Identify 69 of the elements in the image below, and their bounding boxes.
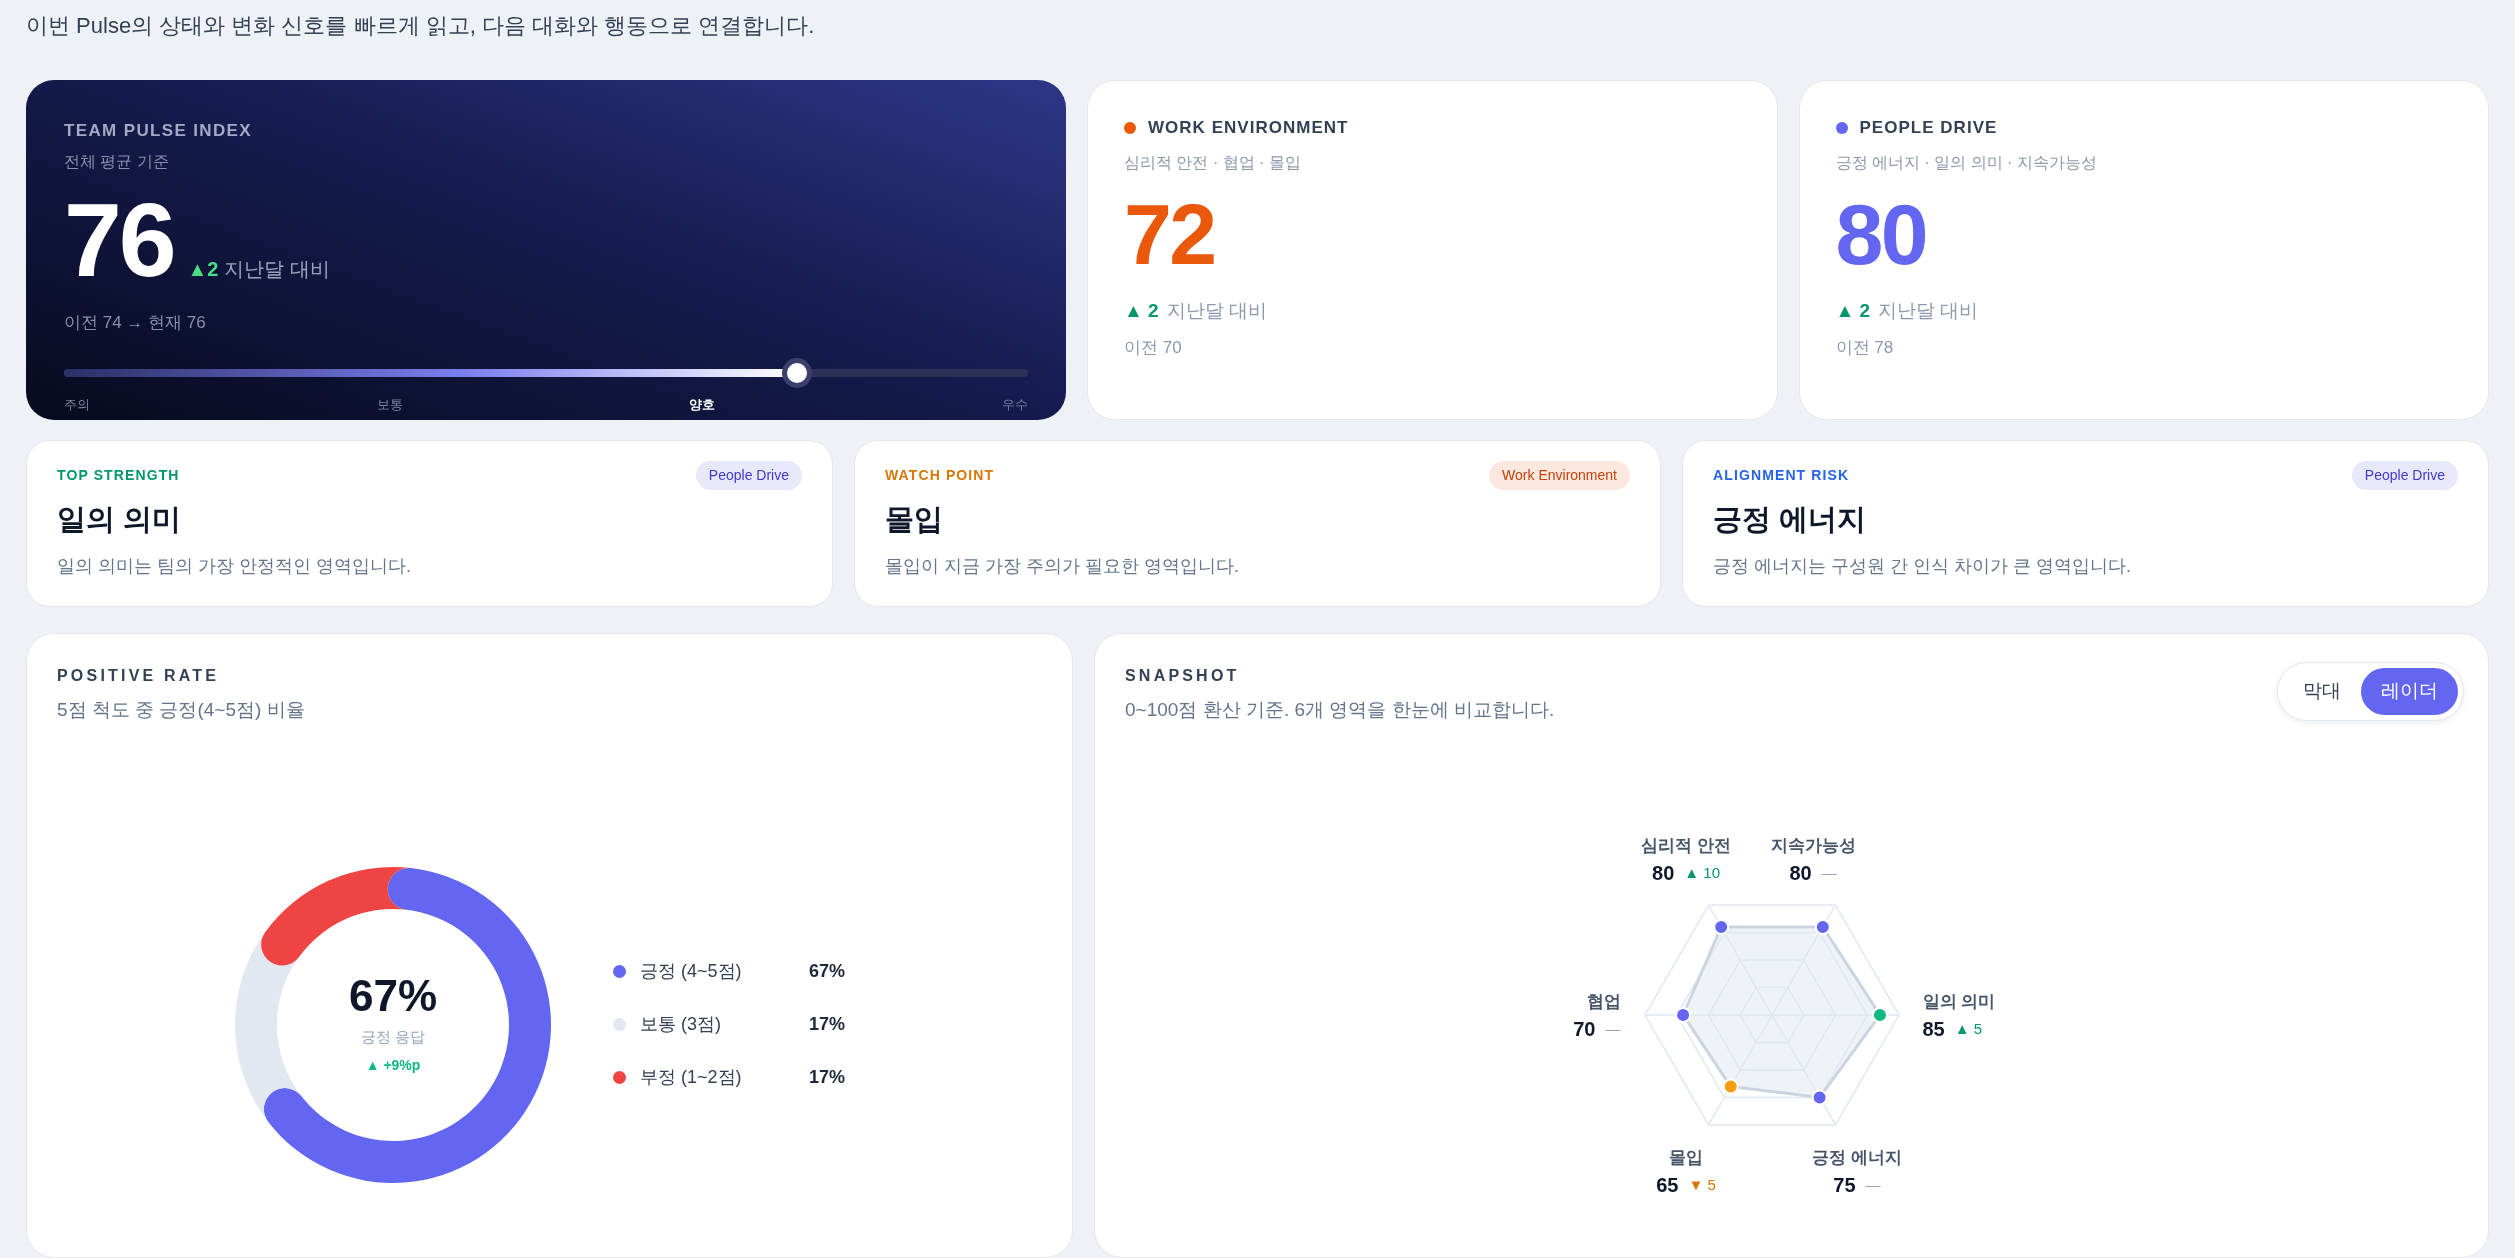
index-history: 이전 74 → 현재 76 [64, 311, 206, 334]
insight-description: 일의 의미는 팀의 가장 안정적인 영역입니다. [57, 555, 411, 579]
delta-label: 지난달 대비 [224, 256, 330, 282]
band-label: 우수 [1001, 396, 1028, 414]
intro-text: 이번 Pulse의 상태와 변화 신호를 빠르게 읽고, 다음 대화와 행동으로 연결합니다. [26, 12, 815, 40]
category-tag: Work Environment [1489, 460, 1630, 490]
legend-value: 17% [808, 1066, 845, 1090]
insight-title: 일의 의미 [57, 501, 182, 537]
axis-value: 85 [1922, 1017, 1945, 1043]
axis-value: 75 [1833, 1173, 1856, 1199]
card-title: SNAPSHOT [1125, 666, 1240, 687]
axis-delta: ▼ 5 [1688, 1175, 1716, 1196]
axis-value: 70 [1573, 1017, 1596, 1043]
card-title: POSITIVE RATE [57, 666, 220, 687]
axis-delta: ▲ 10 [1684, 863, 1720, 884]
axis-delta: — [1605, 1019, 1621, 1040]
legend-value: 67% [808, 960, 845, 984]
card-subtitle: 0~100점 환산 기준. 6개 영역을 한눈에 비교합니다. [1125, 698, 1555, 723]
axis-delta: — [1821, 863, 1837, 884]
index-value: 76 [64, 187, 174, 292]
insight-description: 몰입이 지금 가장 주의가 필요한 영역입니다. [885, 555, 1239, 579]
card-title: PEOPLE DRIVE [1859, 117, 1998, 139]
card-subtitle: 심리적 안전 · 협업 · 몰입 [1124, 152, 1301, 173]
axis-value: 80 [1652, 861, 1675, 887]
axis-value: 65 [1656, 1173, 1679, 1199]
axis-delta: ▲ 5 [1954, 1019, 1983, 1040]
axis-delta: — [1865, 1175, 1881, 1196]
band-label: 보통 [376, 396, 403, 414]
delta-value: ▲2 [187, 256, 219, 282]
previous-value: 이전 78 [1835, 337, 1894, 359]
center-value: 67% [348, 974, 438, 1019]
insight-label: TOP STRENGTH [57, 465, 180, 485]
index-thumb[interactable] [781, 358, 812, 388]
previous-value: 이전 70 [1124, 337, 1182, 359]
card-subtitle: 전체 평균 기준 [64, 151, 169, 172]
delta-value: ▲ 2 [1835, 298, 1871, 323]
delta-label: 지난달 대비 [1878, 298, 1979, 323]
insight-title: 몰입 [885, 501, 943, 537]
axis-label: 긍정 에너지 [1812, 1146, 1902, 1169]
axis-label: 심리적 안전 [1641, 834, 1731, 857]
legend-label: 긍정 (4~5점) [640, 960, 742, 984]
card-subtitle: 5점 척도 중 긍정(4~5점) 비율 [57, 698, 305, 723]
card-subtitle: 긍정 에너지 · 일의 의미 · 지속가능성 [1835, 152, 2097, 173]
axis-label: 지속가능성 [1770, 834, 1856, 857]
center-label: 긍정 응답 [360, 1027, 426, 1048]
center-delta: ▲ +9%p [365, 1055, 421, 1075]
axis-label: 협업 [1586, 990, 1621, 1013]
insight-label: WATCH POINT [885, 465, 995, 485]
delta-value: ▲ 2 [1124, 298, 1159, 323]
axis-value: 80 [1789, 861, 1812, 887]
insight-label: ALIGNMENT RISK [1713, 465, 1850, 485]
axis-label: 일의 의미 [1922, 990, 1996, 1013]
card-title: TEAM PULSE INDEX [64, 120, 252, 142]
legend-value: 17% [808, 1013, 845, 1037]
metric-value: 72 [1124, 190, 1215, 277]
insight-title: 긍정 에너지 [1713, 501, 1867, 537]
band-label: 양호 [689, 396, 716, 414]
view-tab[interactable]: 레이더 [2361, 668, 2458, 715]
axis-label: 몰입 [1669, 1146, 1703, 1169]
legend-label: 보통 (3점) [640, 1013, 721, 1037]
delta-label: 지난달 대비 [1166, 298, 1267, 323]
card-title: WORK ENVIRONMENT [1148, 117, 1349, 139]
category-tag: People Drive [2351, 460, 2458, 490]
legend-label: 부정 (1~2점) [640, 1066, 742, 1090]
view-tab[interactable]: 막대 [2283, 668, 2361, 715]
metric-value: 80 [1835, 190, 1926, 277]
insight-description: 긍정 에너지는 구성원 간 인식 차이가 큰 영역입니다. [1713, 555, 2131, 579]
category-tag: People Drive [695, 460, 802, 490]
band-label: 주의 [64, 396, 90, 414]
